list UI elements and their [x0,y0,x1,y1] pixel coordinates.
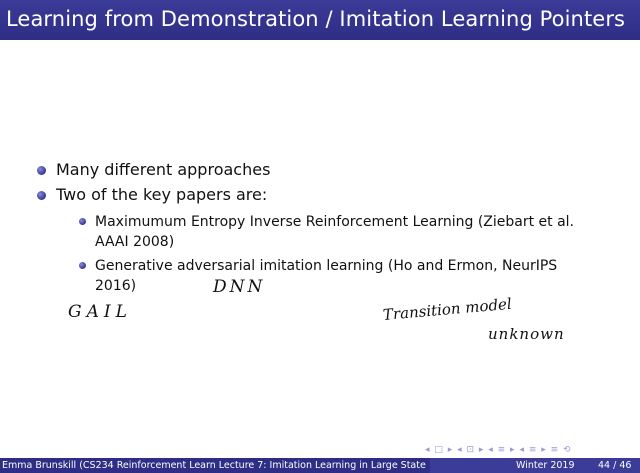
handwritten-transition-model: Transition model [382,294,513,324]
footer-author-title: Emma Brunskill (CS234 Reinforcement Lear… [2,460,426,471]
handwritten-dnn: DNN [213,277,266,297]
bullet-marker [37,166,46,175]
handwritten-unknown: unknown [488,325,565,343]
bullet-marker [37,191,46,200]
footer-date: Winter 2019 [516,460,575,471]
beamer-navigation-icons[interactable]: ◂ □ ▸ ◂ ⊡ ▸ ◂ ≡ ▸ ◂ ≡ ▸ ≡ ⟲ [425,444,640,456]
sub-bullet-line: Generative adversarial imitation learnin… [95,258,558,274]
slide-content: Many different approaches Two of the key… [0,0,640,473]
sub-bullet-line: AAAI 2008) [95,234,175,250]
slide-footer: Emma Brunskill (CS234 Reinforcement Lear… [0,458,640,473]
sub-bullet-marker [79,218,86,225]
sub-bullet-line: 2016) [95,278,137,294]
handwritten-gail: GAIL [68,302,132,322]
bullet-item: Two of the key papers are: [56,185,268,204]
footer-right-panel: Winter 2019 44 / 46 [430,458,640,473]
footer-page-number: 44 / 46 [598,460,632,471]
sub-bullet-marker [79,262,86,269]
sub-bullet-line: Maximumum Entropy Inverse Reinforcement … [95,214,575,230]
bullet-item: Many different approaches [56,160,271,179]
